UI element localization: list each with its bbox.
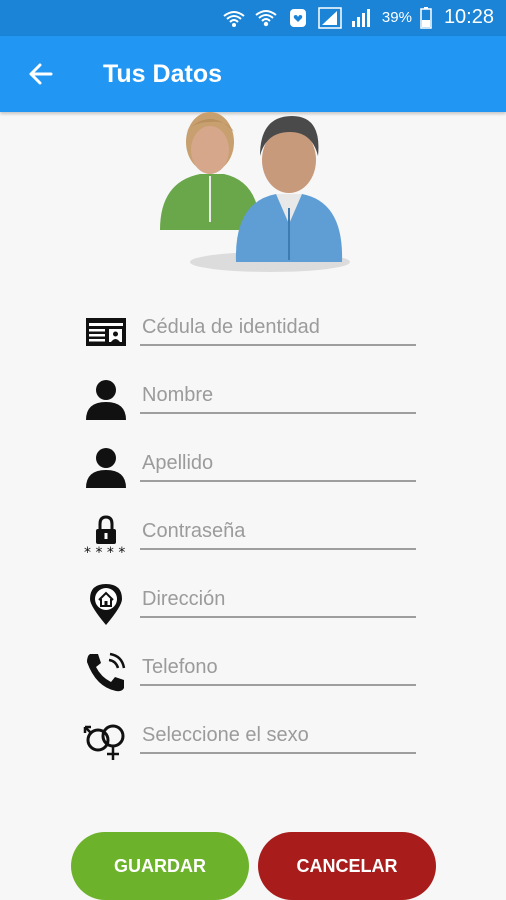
last-name-field-row [82,440,422,496]
wifi-calling-icon [223,10,245,27]
id-card-icon [86,318,126,346]
wifi-icon [255,9,277,26]
status-icons: 39% 10:28 [222,6,494,29]
back-button[interactable] [20,56,60,92]
page-title: Tus Datos [103,60,222,88]
password-field-row: * * * * [82,508,422,564]
notification-icon [289,8,306,27]
first-name-field-row [82,372,422,428]
phone-field-row [82,644,422,700]
password-input[interactable] [140,514,416,550]
signal-sim2-icon [351,8,370,27]
signal-sim1-icon [318,6,342,29]
arrow-left-icon [29,63,53,85]
lock-password-icon: * * * * [84,515,125,558]
clock: 10:28 [443,6,494,28]
save-button[interactable]: GUARDAR [71,832,249,900]
location-home-icon [90,584,122,625]
first-name-input[interactable] [140,378,416,414]
last-name-input[interactable] [140,446,416,482]
battery-icon [420,6,432,29]
id-number-field-row [82,304,422,360]
id-number-input[interactable] [140,310,416,346]
gender-select[interactable] [140,718,416,754]
gender-icon [83,724,125,760]
cancel-button[interactable]: CANCELAR [258,832,436,900]
gender-field-row [82,712,422,768]
phone-input[interactable] [140,650,416,686]
app-bar: Tus Datos [0,36,506,112]
status-bar: 39% 10:28 [0,0,506,36]
phone-icon [87,652,126,692]
battery-percent: 39% [381,9,412,26]
svg-text:* * * *: * * * * [84,545,125,558]
address-input[interactable] [140,582,416,618]
people-avatar-icon [160,112,350,272]
person-icon [86,448,126,488]
address-field-row [82,576,422,632]
person-icon [86,380,126,420]
